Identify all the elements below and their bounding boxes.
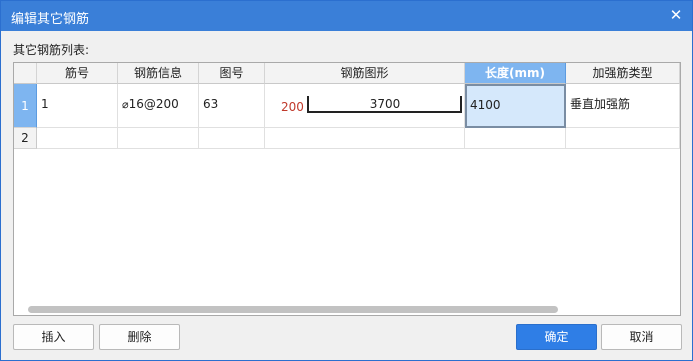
cell-shape-number[interactable]: 63 bbox=[199, 84, 265, 128]
rebar-list-label: 其它钢筋列表: bbox=[13, 43, 90, 57]
column-header-rebar-shape[interactable]: 钢筋图形 bbox=[265, 63, 465, 84]
close-icon[interactable]: ✕ bbox=[668, 7, 684, 23]
column-header-shape-number[interactable]: 图号 bbox=[199, 63, 265, 84]
dialog-title: 编辑其它钢筋 bbox=[11, 12, 90, 27]
cell-rebar-shape[interactable]: 200 3700 bbox=[265, 84, 465, 128]
rebar-info-text: 16@200 bbox=[128, 97, 179, 111]
cell-length[interactable] bbox=[465, 128, 566, 149]
column-header-rebar-info[interactable]: 钢筋信息 bbox=[118, 63, 199, 84]
cell-shape-number[interactable] bbox=[199, 128, 265, 149]
rebar-table: 筋号 钢筋信息 图号 钢筋图形 长度(mm) 加强筋类型 1 1 ⌀16@200… bbox=[13, 62, 681, 316]
cell-rebar-shape[interactable] bbox=[265, 128, 465, 149]
column-header-reinforcement-type[interactable]: 加强筋类型 bbox=[566, 63, 680, 84]
insert-button[interactable]: 插入 bbox=[13, 324, 94, 350]
row-header-2[interactable]: 2 bbox=[14, 128, 37, 149]
cell-bar-number[interactable] bbox=[37, 128, 118, 149]
dialog-titlebar: 编辑其它钢筋 ✕ bbox=[1, 1, 692, 31]
column-header-length[interactable]: 长度(mm) bbox=[465, 63, 566, 84]
row-header-1[interactable]: 1 bbox=[14, 84, 37, 128]
cell-rebar-info[interactable]: ⌀16@200 bbox=[118, 84, 199, 128]
delete-button[interactable]: 删除 bbox=[99, 324, 180, 350]
horizontal-scrollbar[interactable] bbox=[28, 306, 668, 314]
column-header-bar-number[interactable]: 筋号 bbox=[37, 63, 118, 84]
edit-other-rebar-dialog: 编辑其它钢筋 ✕ 其它钢筋列表: 筋号 钢筋信息 图号 钢筋图形 长度(mm) … bbox=[0, 0, 693, 361]
cell-rebar-info[interactable] bbox=[118, 128, 199, 149]
cell-bar-number[interactable]: 1 bbox=[37, 84, 118, 128]
rebar-grade-icon: ⌀ bbox=[122, 98, 129, 111]
cancel-button[interactable]: 取消 bbox=[601, 324, 682, 350]
cell-reinforcement-type[interactable] bbox=[566, 128, 680, 149]
cell-length[interactable]: 4100 bbox=[465, 84, 566, 128]
table-corner[interactable] bbox=[14, 63, 37, 84]
scrollbar-thumb[interactable] bbox=[28, 306, 558, 313]
ok-button[interactable]: 确定 bbox=[516, 324, 597, 350]
cell-reinforcement-type[interactable]: 垂直加强筋 bbox=[566, 84, 680, 128]
